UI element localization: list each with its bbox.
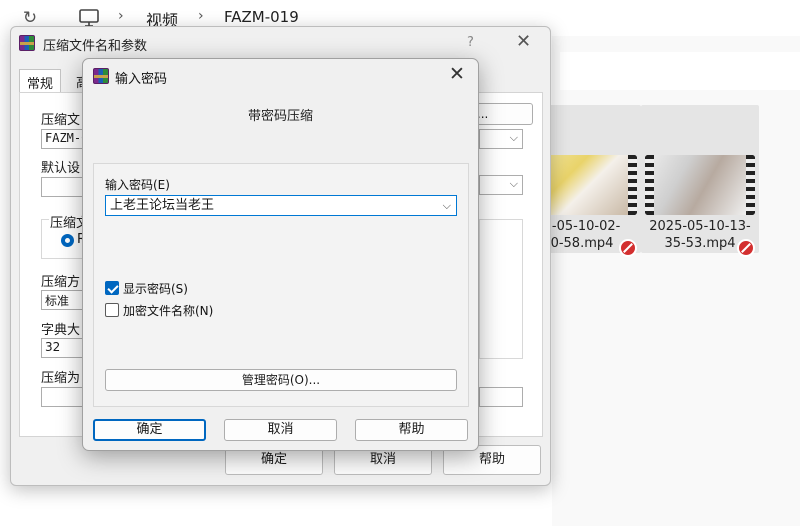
chevron-right-icon: › [198,8,204,24]
format-radio[interactable] [61,234,74,247]
winrar-icon [19,35,35,51]
dialog-title-bar[interactable]: 压缩文件名和参数 ? ✕ [11,27,550,59]
dialog-heading: 带密码压缩 [247,109,313,124]
encrypt-filenames-checkbox[interactable] [105,303,119,317]
split-volumes-label: 压缩为 [41,371,81,386]
default-profile-label: 默认设 [41,161,81,176]
archive-name-label: 压缩文 [41,113,81,128]
split-volumes-field[interactable] [41,387,85,407]
password-input[interactable]: 上老王论坛当老王 ⌵ [105,195,457,216]
compression-method-label: 压缩方 [41,275,81,290]
explorer-toolbar-area [560,52,800,90]
chevron-down-icon[interactable]: ⌵ [443,197,451,214]
video-file-thumbnail[interactable]: 2025-05-10-13- 35-53.mp4 [641,105,759,257]
tab-general[interactable]: 常规 [19,69,62,93]
options-group [479,219,523,359]
profile-field[interactable] [41,177,85,197]
dialog-title: 输入密码 [115,72,168,87]
file-name: 2025-05-10-13- 35-53.mp4 [649,219,751,251]
show-password-checkbox[interactable] [105,281,119,295]
archive-name-combo[interactable]: ⌵ [479,129,523,149]
winrar-icon [93,68,109,84]
encrypt-filenames-label[interactable]: 加密文件名称(N) [123,302,213,319]
dictionary-size-field[interactable]: 32 [41,338,85,358]
help-button[interactable]: ? [467,35,474,50]
help-button[interactable]: 帮助 [355,419,468,441]
video-thumbnail-image [645,155,755,215]
manage-passwords-button[interactable]: 管理密码(O)... [105,369,457,391]
show-password-label[interactable]: 显示密码(S) [123,280,188,297]
breadcrumb-folder[interactable]: FAZM-019 [224,8,299,26]
enter-password-dialog: 输入密码 ✕ 带密码压缩 输入密码(E) 上老王论坛当老王 ⌵ 显示密码(S) … [82,58,479,451]
dialog-title: 压缩文件名和参数 [43,39,148,54]
split-unit-field[interactable] [479,387,523,407]
this-pc-icon[interactable] [78,8,100,28]
cancel-button[interactable]: 取消 [224,419,337,441]
password-value: 上老王论坛当老王 [110,198,215,213]
close-button[interactable]: ✕ [516,31,531,52]
close-button[interactable]: ✕ [449,63,465,85]
dictionary-size-label: 字典大 [41,323,81,338]
chevron-down-icon: ⌵ [509,177,518,190]
chevron-down-icon: ⌵ [509,131,518,144]
password-label: 输入密码(E) [105,178,170,192]
ok-button[interactable]: 确定 [93,419,206,441]
chevron-right-icon: › [118,8,124,24]
compression-method-field[interactable]: 标准 [41,290,85,310]
update-mode-combo[interactable]: ⌵ [479,175,523,195]
refresh-icon[interactable]: ↻ [20,8,40,28]
